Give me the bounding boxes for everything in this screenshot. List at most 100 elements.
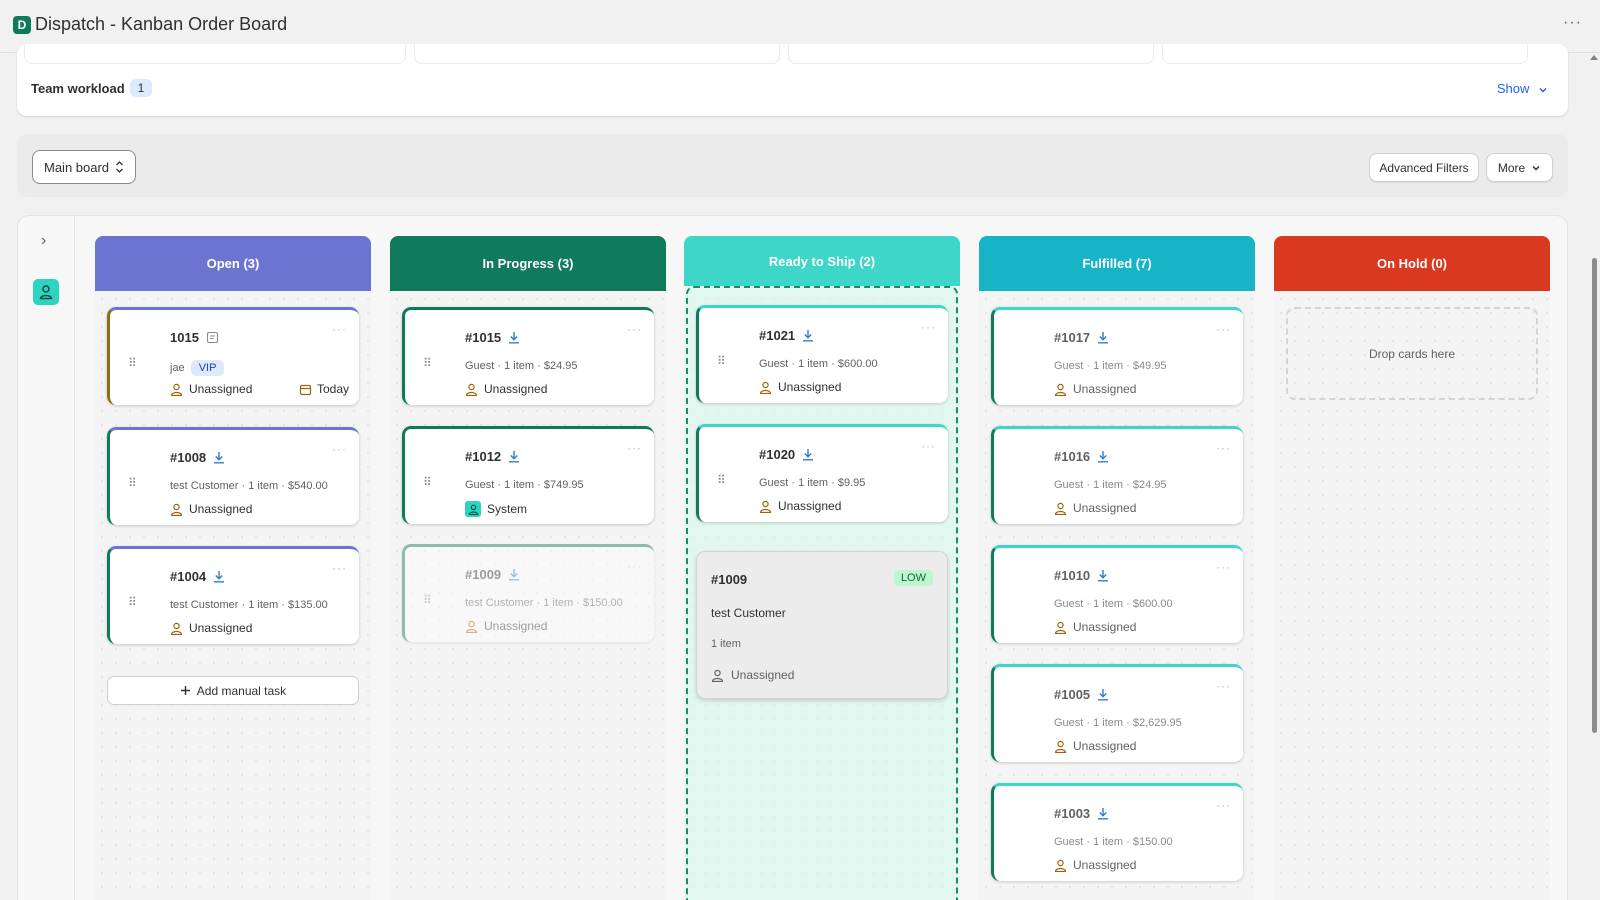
card-customer: jae VIP bbox=[170, 360, 225, 376]
order-card[interactable]: ⠿ #1004 ··· test Customer · 1 item · $13… bbox=[107, 546, 359, 644]
card-title: #1017 bbox=[1054, 330, 1109, 345]
assignee-name: Unassigned bbox=[1073, 620, 1137, 634]
drag-preview-card[interactable]: #1009 LOW test Customer 1 item Unassigne… bbox=[696, 551, 948, 699]
card-meta: test Customer · 1 item · $150.00 bbox=[465, 597, 623, 609]
download-icon bbox=[509, 451, 520, 463]
card-assignee[interactable]: System bbox=[465, 501, 527, 517]
item-count: 1 item bbox=[711, 638, 741, 650]
order-card[interactable]: #1010 ··· Guest · 1 item · $600.00 Unass… bbox=[991, 545, 1243, 643]
card-assignee[interactable]: Unassigned bbox=[1054, 501, 1136, 515]
assignee-name: Unassigned bbox=[189, 382, 253, 396]
card-meta: Guest · 1 item · $49.95 bbox=[1054, 360, 1167, 372]
drop-cards-label: Drop cards here bbox=[1368, 346, 1456, 361]
chevron-right-icon[interactable]: › bbox=[41, 232, 46, 250]
drag-handle-icon[interactable]: ⠿ bbox=[717, 354, 726, 368]
card-title: #1003 bbox=[1054, 806, 1109, 821]
column-header-in-progress: In Progress (3) bbox=[390, 236, 666, 291]
card-assignee[interactable]: Unassigned bbox=[759, 380, 841, 394]
card-assignee[interactable]: Unassigned bbox=[1054, 382, 1136, 396]
more-horizontal-icon[interactable]: ··· bbox=[921, 439, 936, 453]
more-horizontal-icon[interactable]: ··· bbox=[627, 322, 642, 336]
more-horizontal-icon[interactable]: ··· bbox=[1216, 798, 1231, 812]
user-avatar[interactable] bbox=[33, 279, 59, 305]
page-scrollbar[interactable] bbox=[1588, 53, 1600, 900]
assignee-name: Unassigned bbox=[484, 382, 548, 396]
stat-card-stub bbox=[24, 44, 406, 64]
drag-handle-icon[interactable]: ⠿ bbox=[128, 595, 137, 609]
order-number: #1009 bbox=[465, 567, 502, 582]
card-meta: Guest · 1 item · $150.00 bbox=[1054, 836, 1173, 848]
drag-handle-icon[interactable]: ⠿ bbox=[423, 356, 432, 370]
card-meta: Guest · 1 item · $24.95 bbox=[465, 360, 578, 372]
due-date-label: Today bbox=[316, 382, 349, 396]
team-workload-panel: Team workload 1 Show bbox=[17, 44, 1568, 116]
empty-drop-zone[interactable]: Drop cards here bbox=[1286, 307, 1538, 400]
order-card[interactable]: ⠿ 1015 ··· jae VIP Unassigned Today bbox=[107, 307, 359, 405]
card-assignee[interactable]: Unassigned bbox=[170, 621, 252, 635]
more-horizontal-icon[interactable]: ··· bbox=[1216, 322, 1231, 336]
app-logo: D bbox=[13, 16, 31, 34]
more-horizontal-icon[interactable]: ··· bbox=[332, 442, 347, 456]
card-assignee[interactable]: Unassigned bbox=[170, 382, 252, 396]
user-icon bbox=[759, 500, 772, 513]
more-label: More bbox=[1497, 160, 1526, 175]
add-manual-task-button[interactable]: Add manual task bbox=[107, 676, 359, 705]
drag-handle-icon[interactable]: ⠿ bbox=[423, 593, 432, 607]
column-open: Open (3) ⠿ 1015 ··· jae VIP Unassigned To… bbox=[95, 236, 371, 900]
advanced-filters-label: Advanced Filters bbox=[1379, 160, 1469, 175]
drag-handle-icon[interactable]: ⠿ bbox=[128, 476, 137, 490]
order-card-dragging[interactable]: ⠿ #1009 ··· test Customer · 1 item · $15… bbox=[402, 544, 654, 642]
board-filter-bar: Main board Advanced Filters More bbox=[17, 134, 1568, 197]
drag-handle-icon[interactable]: ⠿ bbox=[717, 473, 726, 487]
plus-icon bbox=[180, 686, 190, 695]
more-horizontal-icon[interactable]: ··· bbox=[1216, 679, 1231, 693]
drag-handle-icon[interactable]: ⠿ bbox=[423, 475, 432, 489]
order-card[interactable]: #1005 ··· Guest · 1 item · $2,629.95 Una… bbox=[991, 664, 1243, 762]
card-assignee[interactable]: Unassigned bbox=[1054, 739, 1136, 753]
more-horizontal-icon[interactable]: ··· bbox=[1563, 14, 1582, 32]
card-assignee[interactable]: Unassigned bbox=[170, 502, 252, 516]
card-assignee[interactable]: Unassigned bbox=[465, 619, 547, 633]
order-number: #1003 bbox=[1054, 806, 1091, 821]
order-card[interactable]: ⠿ #1012 ··· Guest · 1 item · $749.95 Sys… bbox=[402, 426, 654, 524]
download-icon bbox=[509, 569, 520, 581]
column-header-ready-to-ship: Ready to Ship (2) bbox=[684, 236, 960, 286]
card-assignee[interactable]: Unassigned bbox=[759, 499, 841, 513]
more-horizontal-icon[interactable]: ··· bbox=[627, 559, 642, 573]
order-card[interactable]: #1003 ··· Guest · 1 item · $150.00 Unass… bbox=[991, 783, 1243, 881]
more-horizontal-icon[interactable]: ··· bbox=[1216, 560, 1231, 574]
scroll-thumb[interactable] bbox=[1592, 258, 1597, 733]
column-fulfilled: Fulfilled (7) #1017 ··· Guest · 1 item ·… bbox=[979, 236, 1255, 900]
select-arrows-icon bbox=[116, 161, 124, 173]
user-icon bbox=[468, 504, 478, 515]
more-horizontal-icon[interactable]: ··· bbox=[332, 322, 347, 336]
more-horizontal-icon[interactable]: ··· bbox=[332, 561, 347, 575]
more-horizontal-icon[interactable]: ··· bbox=[921, 320, 936, 334]
order-card[interactable]: ⠿ #1008 ··· test Customer · 1 item · $54… bbox=[107, 427, 359, 525]
board-selector[interactable]: Main board bbox=[32, 150, 137, 184]
user-icon bbox=[170, 622, 183, 635]
advanced-filters-button[interactable]: Advanced Filters bbox=[1369, 153, 1479, 182]
drag-handle-icon[interactable]: ⠿ bbox=[128, 356, 137, 370]
card-meta: Guest · 1 item · $749.95 bbox=[465, 479, 584, 491]
order-card[interactable]: ⠿ #1020 ··· Guest · 1 item · $9.95 Unass… bbox=[696, 424, 948, 522]
card-assignee[interactable]: Unassigned bbox=[465, 382, 547, 396]
card-assignee[interactable]: Unassigned bbox=[1054, 620, 1136, 634]
user-icon bbox=[759, 381, 772, 394]
add-manual-task-label: Add manual task bbox=[196, 683, 287, 698]
more-button[interactable]: More bbox=[1486, 153, 1553, 182]
card-assignee[interactable]: Unassigned bbox=[1054, 858, 1136, 872]
order-card[interactable]: #1017 ··· Guest · 1 item · $49.95 Unassi… bbox=[991, 307, 1243, 405]
more-horizontal-icon[interactable]: ··· bbox=[627, 441, 642, 455]
order-card[interactable]: ⠿ #1021 ··· Guest · 1 item · $600.00 Una… bbox=[696, 305, 948, 403]
order-number: #1008 bbox=[170, 450, 207, 465]
priority-badge: LOW bbox=[893, 570, 933, 586]
column-title: Fulfilled (7) bbox=[1082, 256, 1152, 271]
order-card[interactable]: ⠿ #1015 ··· Guest · 1 item · $24.95 Unas… bbox=[402, 307, 654, 405]
order-card[interactable]: #1016 ··· Guest · 1 item · $24.95 Unassi… bbox=[991, 426, 1243, 524]
more-horizontal-icon[interactable]: ··· bbox=[1216, 441, 1231, 455]
user-icon bbox=[170, 503, 183, 516]
scroll-up-arrow[interactable] bbox=[1590, 55, 1598, 60]
show-workload-button[interactable]: Show bbox=[1497, 81, 1548, 96]
order-number: #1012 bbox=[465, 449, 502, 464]
